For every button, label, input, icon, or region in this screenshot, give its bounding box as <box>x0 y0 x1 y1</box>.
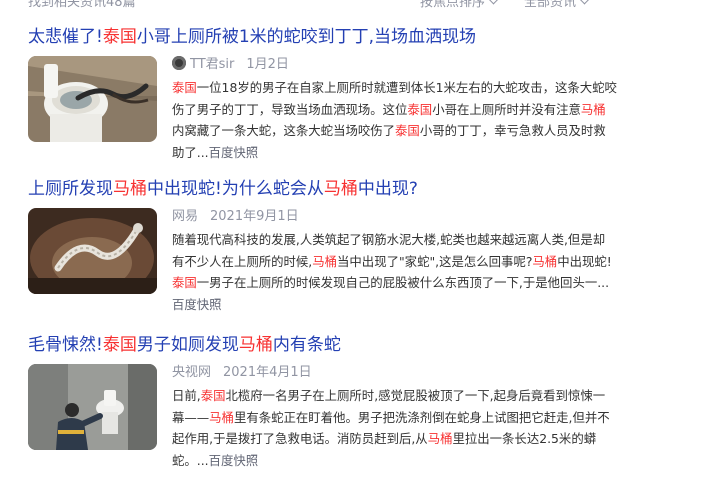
title-text: 小哥上厕所被1米的蛇咬到丁丁,当场血洒现场 <box>136 27 477 47</box>
source-link[interactable]: 央视网 <box>172 364 211 382</box>
rescuer-at-toilet-photo[interactable] <box>28 364 157 450</box>
title-text: 中出现? <box>357 179 418 199</box>
results-toolbar: 找到相关资讯48篇 按焦点排序 全部资讯 <box>0 0 714 13</box>
publish-date: 1月2日 <box>246 57 289 72</box>
title-highlight: 泰国 <box>102 27 137 47</box>
title-text: 内有条蛇 <box>272 335 341 355</box>
sort-dropdown[interactable]: 按焦点排序 <box>420 0 499 10</box>
cache-link[interactable]: 百度快照 <box>209 453 259 468</box>
result-abstract: 泰国一位18岁的男子在自家上厕所时就遭到体长1米左右的大蛇攻击，这条大蛇咬伤了男… <box>172 80 617 160</box>
filter-label: 全部资讯 <box>524 0 577 10</box>
source-name: 央视网 <box>172 365 212 380</box>
title-highlight: 泰国 <box>102 335 137 355</box>
source-name: 网易 <box>172 209 199 224</box>
title-text: 上厕所发现 <box>28 179 113 199</box>
result-meta: 网易 2021年9月1日 <box>172 208 617 226</box>
chevron-down-icon <box>488 0 499 5</box>
title-highlight: 马桶 <box>238 335 273 355</box>
result-meta: 央视网 2021年4月1日 <box>172 364 617 382</box>
title-text: 太悲催了! <box>28 27 103 47</box>
sort-label: 按焦点排序 <box>420 0 486 10</box>
cache-link[interactable]: 百度快照 <box>209 145 259 160</box>
result-meta: TT君sir 1月2日 <box>172 56 617 74</box>
title-text: 中出现蛇!为什么蛇会从 <box>147 179 324 199</box>
source-name: TT君sir <box>190 57 235 72</box>
snake-in-pipe-photo[interactable] <box>28 208 157 294</box>
title-highlight: 马桶 <box>323 179 358 199</box>
result-abstract: 随着现代高科技的发展,人类筑起了钢筋水泥大楼,蛇类也越来越远离人类,但是却有不少… <box>172 232 612 312</box>
toilet-with-snake-photo[interactable] <box>28 56 157 142</box>
source-avatar-icon <box>172 56 186 70</box>
result-abstract: 日前,泰国北榄府一名男子在上厕所时,感觉屁股被顶了一下,起身后竟看到惊悚一幕——… <box>172 388 610 468</box>
result-title-link[interactable]: 上厕所发现马桶中出现蛇!为什么蛇会从马桶中出现? <box>28 178 708 200</box>
title-text: 毛骨悚然! <box>28 335 103 355</box>
chevron-down-icon <box>579 0 590 5</box>
title-text: 男子如厕发现 <box>136 335 239 355</box>
result-count: 找到相关资讯48篇 <box>28 0 136 10</box>
publish-date: 2021年4月1日 <box>223 365 312 380</box>
source-link[interactable]: 网易 <box>172 208 198 226</box>
filter-dropdown[interactable]: 全部资讯 <box>524 0 590 10</box>
source-link[interactable]: TT君sir <box>172 56 234 74</box>
publish-date: 2021年9月1日 <box>210 209 299 224</box>
result-title-link[interactable]: 毛骨悚然!泰国男子如厕发现马桶内有条蛇 <box>28 334 708 356</box>
news-result-3: 毛骨悚然!泰国男子如厕发现马桶内有条蛇 央视网 2021年4月1日 日前,泰国北… <box>28 334 708 468</box>
news-result-2: 上厕所发现马桶中出现蛇!为什么蛇会从马桶中出现? 网易 2021年9月1日 随着现… <box>28 178 708 312</box>
result-title-link[interactable]: 太悲催了!泰国小哥上厕所被1米的蛇咬到丁丁,当场血洒现场 <box>28 26 708 48</box>
title-highlight: 马桶 <box>113 179 147 199</box>
news-result-1: 太悲催了!泰国小哥上厕所被1米的蛇咬到丁丁,当场血洒现场 TT君sir 1月2日 <box>28 26 708 160</box>
cache-link[interactable]: 百度快照 <box>172 297 222 312</box>
